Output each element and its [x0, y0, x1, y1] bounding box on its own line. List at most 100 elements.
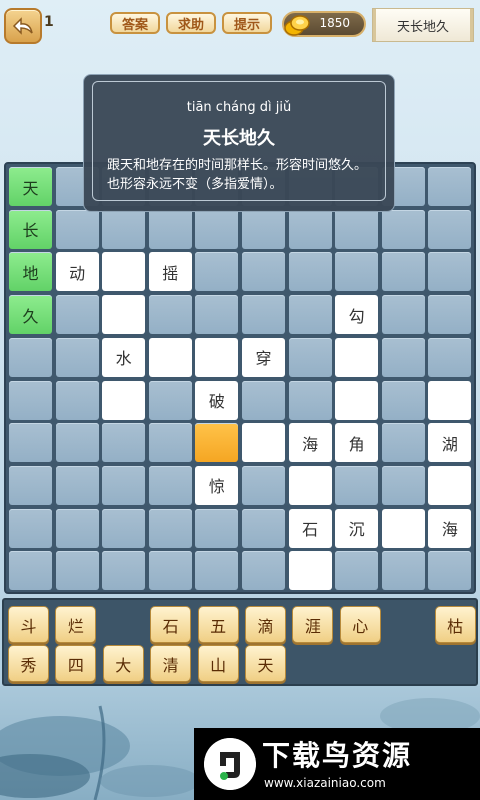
site-logo-icon — [204, 738, 256, 790]
level-number: 1 — [44, 14, 54, 30]
popup-frame: tiān cháng dì jiǔ 天长地久 跟天和地存在的时间那样长。形容时间… — [92, 81, 386, 201]
empty-cell — [428, 167, 472, 206]
empty-cell — [288, 209, 332, 249]
puzzle-cell[interactable] — [288, 551, 332, 591]
character-tile[interactable]: 山 — [197, 645, 239, 682]
help-button[interactable]: 求助 — [166, 12, 216, 34]
character-tile[interactable]: 滴 — [245, 606, 286, 643]
character-tile[interactable]: 涯 — [292, 606, 334, 643]
empty-cell — [55, 508, 99, 548]
puzzle-cell[interactable] — [195, 337, 239, 377]
idiom-definition-popup[interactable]: tiān cháng dì jiǔ 天长地久 跟天和地存在的时间那样长。形容时间… — [83, 74, 395, 212]
empty-cell — [55, 295, 99, 335]
back-arrow-icon — [12, 17, 33, 35]
puzzle-cell[interactable] — [288, 465, 332, 505]
character-tile[interactable]: 斗 — [8, 606, 49, 643]
puzzle-cell[interactable] — [335, 337, 379, 377]
puzzle-cell[interactable] — [102, 252, 146, 292]
puzzle-cell[interactable]: 摇 — [148, 252, 192, 292]
puzzle-cell[interactable] — [428, 380, 472, 420]
coin-balance[interactable]: 1850 — [282, 11, 366, 37]
idiom-meaning: 跟天和地存在的时间那样长。形容时间悠久。也形容永远不变（多指爱情）。 — [107, 158, 368, 192]
empty-cell — [102, 508, 146, 548]
empty-cell — [242, 508, 285, 548]
empty-cell — [9, 337, 52, 377]
puzzle-cell[interactable] — [335, 380, 379, 420]
puzzle-cell[interactable]: 动 — [55, 252, 99, 292]
empty-cell — [288, 295, 332, 335]
answer-button[interactable]: 答案 — [110, 12, 160, 34]
puzzle-cell[interactable]: 湖 — [428, 423, 472, 463]
idiom-pinyin: tiān cháng dì jiǔ — [186, 100, 292, 115]
download-site-banner[interactable]: 下载鸟资源 www.xiazainiao.com — [194, 728, 480, 800]
puzzle-cell[interactable]: 惊 — [195, 465, 239, 505]
puzzle-cell[interactable]: 角 — [335, 423, 379, 463]
puzzle-cell[interactable] — [102, 380, 146, 420]
empty-cell — [9, 465, 52, 505]
character-tile[interactable]: 烂 — [55, 606, 97, 643]
empty-cell — [381, 252, 425, 292]
empty-cell — [242, 551, 285, 591]
empty-cell — [102, 423, 146, 463]
character-tile[interactable]: 枯 — [434, 606, 476, 643]
empty-cell — [55, 465, 99, 505]
empty-cell — [381, 423, 425, 463]
puzzle-cell[interactable] — [428, 465, 472, 505]
empty-cell — [381, 551, 425, 591]
puzzle-cell[interactable]: 海 — [428, 508, 472, 548]
empty-cell — [335, 252, 379, 292]
empty-cell — [148, 380, 192, 420]
solved-cell[interactable]: 天 — [9, 167, 52, 206]
empty-cell — [335, 209, 379, 249]
empty-cell — [148, 423, 192, 463]
empty-cell — [428, 295, 472, 335]
character-tray: 斗烂 石五滴涯心 枯秀四大清山天 — [2, 598, 478, 686]
empty-cell — [9, 380, 52, 420]
empty-cell — [55, 209, 99, 249]
empty-cell — [9, 423, 52, 463]
character-tile[interactable]: 清 — [150, 645, 192, 682]
solved-cell[interactable]: 久 — [9, 295, 52, 335]
character-tile[interactable]: 秀 — [8, 645, 49, 682]
puzzle-cell[interactable]: 穿 — [242, 337, 285, 377]
character-tile[interactable]: 天 — [245, 645, 286, 682]
puzzle-cell[interactable]: 石 — [288, 508, 332, 548]
back-button[interactable] — [4, 8, 42, 44]
hint-button[interactable]: 提示 — [222, 12, 272, 34]
idiom-title: 天长地久 — [203, 128, 275, 149]
puzzle-cell[interactable] — [148, 337, 192, 377]
empty-cell — [55, 423, 99, 463]
empty-cell — [381, 337, 425, 377]
empty-cell — [9, 508, 52, 548]
banner-title: 下载鸟资源 — [262, 739, 413, 772]
puzzle-cell[interactable]: 沉 — [335, 508, 379, 548]
puzzle-cell[interactable] — [242, 423, 285, 463]
character-tile[interactable]: 五 — [197, 606, 239, 643]
character-tile[interactable]: 大 — [102, 645, 144, 682]
puzzle-cell[interactable]: 勾 — [335, 295, 379, 335]
empty-cell — [55, 551, 99, 591]
character-tile[interactable]: 石 — [150, 606, 192, 643]
puzzle-cell[interactable]: 破 — [195, 380, 239, 420]
empty-cell — [428, 337, 472, 377]
character-tile[interactable]: 四 — [55, 645, 97, 682]
puzzle-cell[interactable] — [381, 508, 425, 548]
puzzle-cell[interactable]: 水 — [102, 337, 146, 377]
character-tile[interactable]: 心 — [339, 606, 381, 643]
solved-cell[interactable]: 长 — [9, 209, 52, 249]
empty-cell — [428, 252, 472, 292]
empty-cell — [288, 380, 332, 420]
puzzle-cell[interactable] — [102, 295, 146, 335]
puzzle-cell[interactable]: 海 — [288, 423, 332, 463]
empty-cell — [9, 551, 52, 591]
empty-cell — [335, 465, 379, 505]
empty-cell — [148, 551, 192, 591]
solved-cell[interactable]: 地 — [9, 252, 52, 292]
gold-coins-icon — [284, 15, 310, 36]
empty-cell — [195, 508, 239, 548]
empty-cell — [381, 380, 425, 420]
empty-cell — [148, 295, 192, 335]
empty-cell — [428, 209, 472, 249]
empty-cell — [102, 465, 146, 505]
selected-cell[interactable] — [195, 423, 239, 463]
